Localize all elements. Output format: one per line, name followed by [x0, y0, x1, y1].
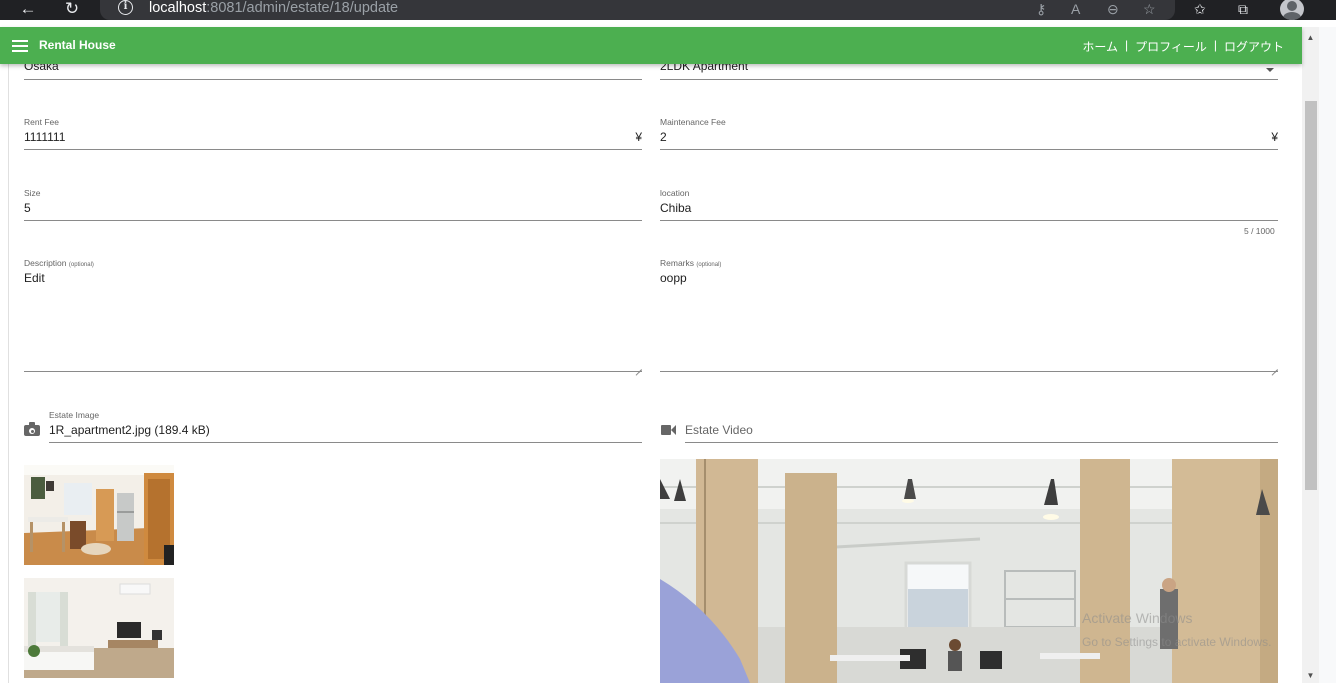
scrollbar-thumb[interactable] [1305, 101, 1317, 490]
menu-icon[interactable] [12, 40, 28, 52]
key-icon[interactable]: ⚷ [1036, 1, 1046, 18]
add-favorite-icon[interactable]: ☆ [1143, 1, 1156, 18]
estate-image-thumbnail[interactable] [24, 578, 174, 678]
description-value: Edit [24, 271, 45, 285]
chevron-down-icon[interactable] [1266, 68, 1274, 72]
location-label: location [660, 188, 690, 198]
optional-hint: (optional) [68, 262, 94, 268]
top-nav-links: ホーム | プロフィール | ログアウト [1082, 38, 1284, 55]
maintenance-fee-field[interactable]: Maintenance Fee 2 ¥ [660, 117, 1278, 150]
browser-toolbar: ← ↻ i localhost:8081/admin/estate/18/upd… [0, 0, 1336, 20]
estate-video-file-input[interactable]: Estate Video [685, 418, 1278, 443]
side-panel-edge [1319, 27, 1336, 683]
description-textarea[interactable]: Description (optional) Edit [24, 258, 642, 372]
maintenance-fee-label: Maintenance Fee [660, 117, 726, 127]
maintenance-fee-value: 2 [660, 130, 667, 144]
location-field[interactable]: location Chiba [660, 188, 1278, 221]
yen-suffix: ¥ [1271, 130, 1278, 144]
camera-icon[interactable] [24, 422, 40, 436]
description-label: Description (optional) [24, 258, 94, 268]
remarks-label: Remarks (optional) [660, 258, 722, 268]
size-label: Size [24, 188, 41, 198]
activate-windows-subtext: Go to Settings to activate Windows. [1082, 635, 1272, 649]
nav-separator: | [1213, 38, 1217, 52]
scroll-down-icon[interactable]: ▼ [1303, 668, 1318, 683]
prefecture-select[interactable]: Osaka [24, 59, 642, 80]
estate-video-player[interactable]: Activate Windows Go to Settings to activ… [660, 459, 1278, 683]
read-aloud-icon[interactable]: A [1071, 1, 1080, 17]
yen-suffix: ¥ [635, 130, 642, 144]
favorites-icon[interactable]: ✩ [1194, 1, 1206, 18]
profile-link[interactable]: プロフィール [1135, 38, 1207, 55]
estate-image-filename: 1R_apartment2.jpg (189.4 kB) [49, 423, 210, 437]
type-select[interactable]: 2LDK Apartment [660, 59, 1278, 80]
location-char-counter: 5 / 1000 [1244, 226, 1275, 236]
resize-handle-icon[interactable] [634, 362, 642, 370]
estate-image-thumbnail[interactable] [24, 465, 174, 565]
video-icon[interactable] [661, 425, 677, 435]
rent-fee-field[interactable]: Rent Fee 1111111 ¥ [24, 117, 642, 150]
back-icon[interactable]: ← [18, 0, 38, 18]
collections-icon[interactable]: ⧉ [1238, 1, 1248, 18]
url-text[interactable]: localhost:8081/admin/estate/18/update [149, 0, 398, 17]
logout-link[interactable]: ログアウト [1224, 38, 1284, 55]
remarks-value: oopp [660, 271, 687, 285]
nav-separator: | [1124, 38, 1129, 52]
app-title[interactable]: Rental House [39, 38, 116, 52]
location-value: Chiba [660, 201, 692, 215]
rent-fee-value: 1111111 [24, 130, 66, 144]
estate-video-placeholder: Estate Video [685, 423, 753, 437]
zoom-out-icon[interactable]: ⊖ [1107, 1, 1119, 18]
reload-icon[interactable]: ↻ [62, 0, 82, 18]
size-field[interactable]: Size 5 [24, 188, 642, 221]
activate-windows-watermark: Activate Windows [1082, 610, 1193, 626]
scroll-up-icon[interactable]: ▲ [1303, 30, 1318, 45]
home-link[interactable]: ホーム [1082, 38, 1118, 55]
size-value: 5 [24, 201, 31, 215]
app-bar: Rental House ホーム | プロフィール | ログアウト [0, 27, 1302, 64]
optional-hint: (optional) [696, 262, 722, 268]
estate-image-file-input[interactable]: Estate Image 1R_apartment2.jpg (189.4 kB… [49, 410, 642, 443]
rent-fee-label: Rent Fee [24, 117, 59, 127]
resize-handle-icon[interactable] [1270, 362, 1278, 370]
profile-avatar-icon[interactable] [1280, 0, 1304, 20]
remarks-textarea[interactable]: Remarks (optional) oopp [660, 258, 1278, 372]
estate-image-label: Estate Image [49, 410, 100, 420]
site-info-icon[interactable]: i [118, 0, 133, 15]
